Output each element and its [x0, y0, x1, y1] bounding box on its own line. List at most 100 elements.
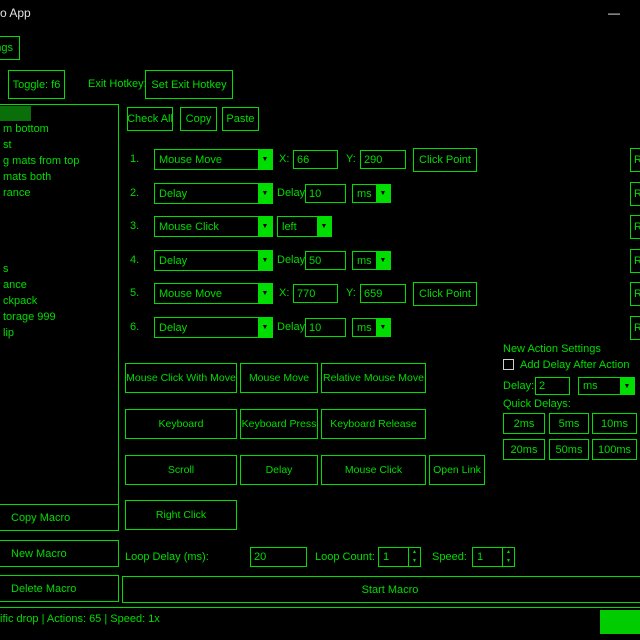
step-down-icon[interactable]: ▼ [409, 557, 420, 566]
macro-list-item[interactable]: torage 999 [0, 309, 118, 325]
toggle-hotkey-button[interactable]: Toggle: f6 [8, 70, 65, 99]
remove-action-button[interactable]: R [630, 215, 640, 239]
settings-delay-input[interactable] [535, 377, 570, 395]
loop-count-value[interactable] [379, 548, 408, 566]
button-label: Right Click [156, 509, 206, 521]
stepper-arrows[interactable]: ▲▼ [502, 548, 514, 566]
add-open-link-button[interactable]: Open Link [429, 455, 485, 485]
chevron-down-icon: ▼ [258, 251, 272, 270]
delay-unit-select[interactable]: ms ▼ [352, 251, 391, 270]
remove-action-button[interactable]: R [630, 249, 640, 273]
copy-label: Copy [186, 113, 212, 125]
settings-delay-unit-select[interactable]: ms ▼ [578, 377, 635, 395]
remove-action-button[interactable]: R [630, 182, 640, 206]
add-delay-after-action-checkbox[interactable] [503, 359, 514, 370]
quick-delay-10ms-button[interactable]: 10ms [592, 413, 637, 434]
menu-tab-settings[interactable]: ngs [0, 36, 20, 60]
quick-delay-2ms-button[interactable]: 2ms [503, 413, 545, 434]
button-label: Open Link [433, 464, 481, 476]
macro-list-selected-item[interactable] [0, 106, 31, 121]
speed-label: Speed: [432, 551, 467, 563]
button-label: Mouse Move [249, 372, 309, 384]
loop-count-stepper[interactable]: ▲▼ [378, 547, 421, 567]
y-input[interactable] [360, 284, 406, 303]
add-delay-button[interactable]: Delay [240, 455, 318, 485]
delete-macro-button[interactable]: Delete Macro [0, 575, 119, 602]
macro-list-item[interactable]: lip [0, 325, 118, 341]
quick-delay-100ms-button[interactable]: 100ms [592, 439, 637, 460]
delay-unit-value: ms [353, 322, 376, 334]
action-type-select[interactable]: Delay ▼ [154, 183, 273, 204]
add-mouse-click-with-move-button[interactable]: Mouse Click With Move [125, 363, 237, 393]
remove-action-button[interactable]: R [630, 148, 640, 172]
delay-unit-select[interactable]: ms ▼ [352, 184, 391, 203]
x-input[interactable] [293, 284, 338, 303]
add-mouse-move-button[interactable]: Mouse Move [240, 363, 318, 393]
step-up-icon[interactable]: ▲ [503, 548, 514, 557]
macro-list-item[interactable]: g mats from top [0, 153, 118, 169]
add-mouse-click-button[interactable]: Mouse Click [321, 455, 426, 485]
macro-list-item[interactable]: st [0, 137, 118, 153]
speed-value[interactable] [473, 548, 502, 566]
copy-macro-button[interactable]: Copy Macro [0, 504, 119, 531]
add-keyboard-press-button[interactable]: Keyboard Press [240, 409, 318, 439]
quick-delay-50ms-button[interactable]: 50ms [549, 439, 589, 460]
x-input[interactable] [293, 150, 338, 169]
click-point-button[interactable]: Click Point [413, 148, 477, 172]
macro-list-item[interactable]: m bottom [0, 121, 118, 137]
macro-list-item[interactable]: mats both [0, 169, 118, 185]
macro-list-item[interactable]: ckpack [0, 293, 118, 309]
quick-delay-20ms-button[interactable]: 20ms [503, 439, 545, 460]
chevron-down-icon: ▼ [258, 217, 272, 236]
remove-action-button[interactable]: R [630, 282, 640, 306]
action-type-select[interactable]: Mouse Move ▼ [154, 283, 273, 304]
stepper-arrows[interactable]: ▲▼ [408, 548, 420, 566]
delay-unit-select[interactable]: ms ▼ [352, 318, 391, 337]
check-all-label: Check All [127, 113, 173, 125]
macro-list[interactable]: m bottom st g mats from top mats both ra… [0, 104, 119, 505]
new-macro-button[interactable]: New Macro [0, 540, 119, 567]
mouse-button-select[interactable]: left ▼ [277, 216, 332, 237]
action-type-value: Mouse Move [155, 154, 258, 166]
action-type-select[interactable]: Delay ▼ [154, 317, 273, 338]
chevron-down-icon: ▼ [258, 150, 272, 169]
add-delay-after-action-label: Add Delay After Action [520, 359, 629, 371]
loop-count-label: Loop Count: [315, 551, 375, 563]
step-down-icon[interactable]: ▼ [503, 557, 514, 566]
button-label: 2ms [514, 418, 535, 430]
macro-list-item[interactable]: ance [0, 277, 118, 293]
speed-stepper[interactable]: ▲▼ [472, 547, 515, 567]
chevron-down-icon: ▼ [258, 184, 272, 203]
macro-list-item[interactable]: s [0, 261, 118, 277]
loop-delay-input[interactable] [250, 547, 307, 567]
delay-input[interactable] [305, 251, 346, 270]
macro-list-item[interactable]: rance [0, 185, 118, 201]
loop-delay-label: Loop Delay (ms): [125, 551, 209, 563]
minimize-button[interactable]: — [594, 0, 634, 26]
x-label: X: [279, 287, 289, 299]
quick-delay-5ms-button[interactable]: 5ms [549, 413, 589, 434]
add-right-click-button[interactable]: Right Click [125, 500, 237, 530]
step-up-icon[interactable]: ▲ [409, 548, 420, 557]
chevron-down-icon: ▼ [620, 378, 634, 394]
check-all-button[interactable]: Check All [127, 107, 173, 131]
add-scroll-button[interactable]: Scroll [125, 455, 237, 485]
action-type-select[interactable]: Delay ▼ [154, 250, 273, 271]
button-label: 10ms [601, 418, 628, 430]
delay-input[interactable] [305, 318, 346, 337]
action-type-select[interactable]: Mouse Move ▼ [154, 149, 273, 170]
add-relative-mouse-move-button[interactable]: Relative Mouse Move [321, 363, 426, 393]
set-exit-hotkey-button[interactable]: Set Exit Hotkey [145, 70, 233, 99]
paste-actions-button[interactable]: Paste [222, 107, 259, 131]
delay-input[interactable] [305, 184, 346, 203]
copy-actions-button[interactable]: Copy [180, 107, 217, 131]
action-type-value: Delay [155, 322, 258, 334]
remove-action-button[interactable]: R [630, 316, 640, 340]
add-keyboard-release-button[interactable]: Keyboard Release [321, 409, 426, 439]
click-point-button[interactable]: Click Point [413, 282, 477, 306]
start-macro-button[interactable]: Start Macro [122, 576, 640, 603]
y-input[interactable] [360, 150, 406, 169]
button-label: Mouse Click [345, 464, 402, 476]
add-keyboard-button[interactable]: Keyboard [125, 409, 237, 439]
action-type-select[interactable]: Mouse Click ▼ [154, 216, 273, 237]
